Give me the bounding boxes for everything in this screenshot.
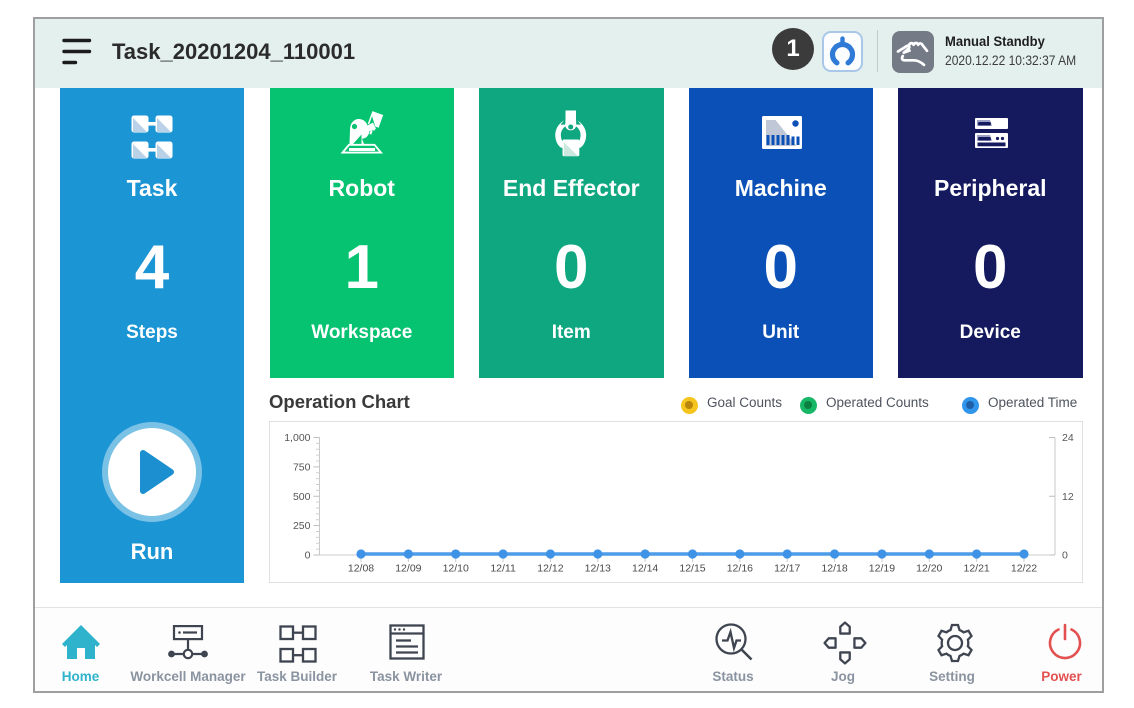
svg-text:12/22: 12/22 xyxy=(1011,563,1037,575)
svg-text:250: 250 xyxy=(293,520,311,532)
svg-text:0: 0 xyxy=(305,550,311,562)
svg-text:24: 24 xyxy=(1062,432,1074,444)
svg-text:750: 750 xyxy=(293,461,311,473)
svg-text:12: 12 xyxy=(1062,491,1074,503)
svg-text:12/17: 12/17 xyxy=(774,563,800,575)
svg-text:12/13: 12/13 xyxy=(585,563,611,575)
svg-text:12/14: 12/14 xyxy=(632,563,658,575)
svg-text:1,000: 1,000 xyxy=(284,432,310,444)
svg-text:12/21: 12/21 xyxy=(963,563,989,575)
svg-text:12/15: 12/15 xyxy=(679,563,705,575)
svg-text:12/18: 12/18 xyxy=(821,563,847,575)
svg-text:12/12: 12/12 xyxy=(537,563,563,575)
svg-text:12/19: 12/19 xyxy=(869,563,895,575)
svg-text:0: 0 xyxy=(1062,550,1068,562)
svg-text:12/11: 12/11 xyxy=(490,563,516,575)
svg-text:12/08: 12/08 xyxy=(348,563,374,575)
svg-text:12/16: 12/16 xyxy=(727,563,753,575)
svg-text:500: 500 xyxy=(293,491,311,503)
svg-text:12/09: 12/09 xyxy=(395,563,421,575)
svg-text:12/20: 12/20 xyxy=(916,563,942,575)
svg-text:12/10: 12/10 xyxy=(443,563,469,575)
